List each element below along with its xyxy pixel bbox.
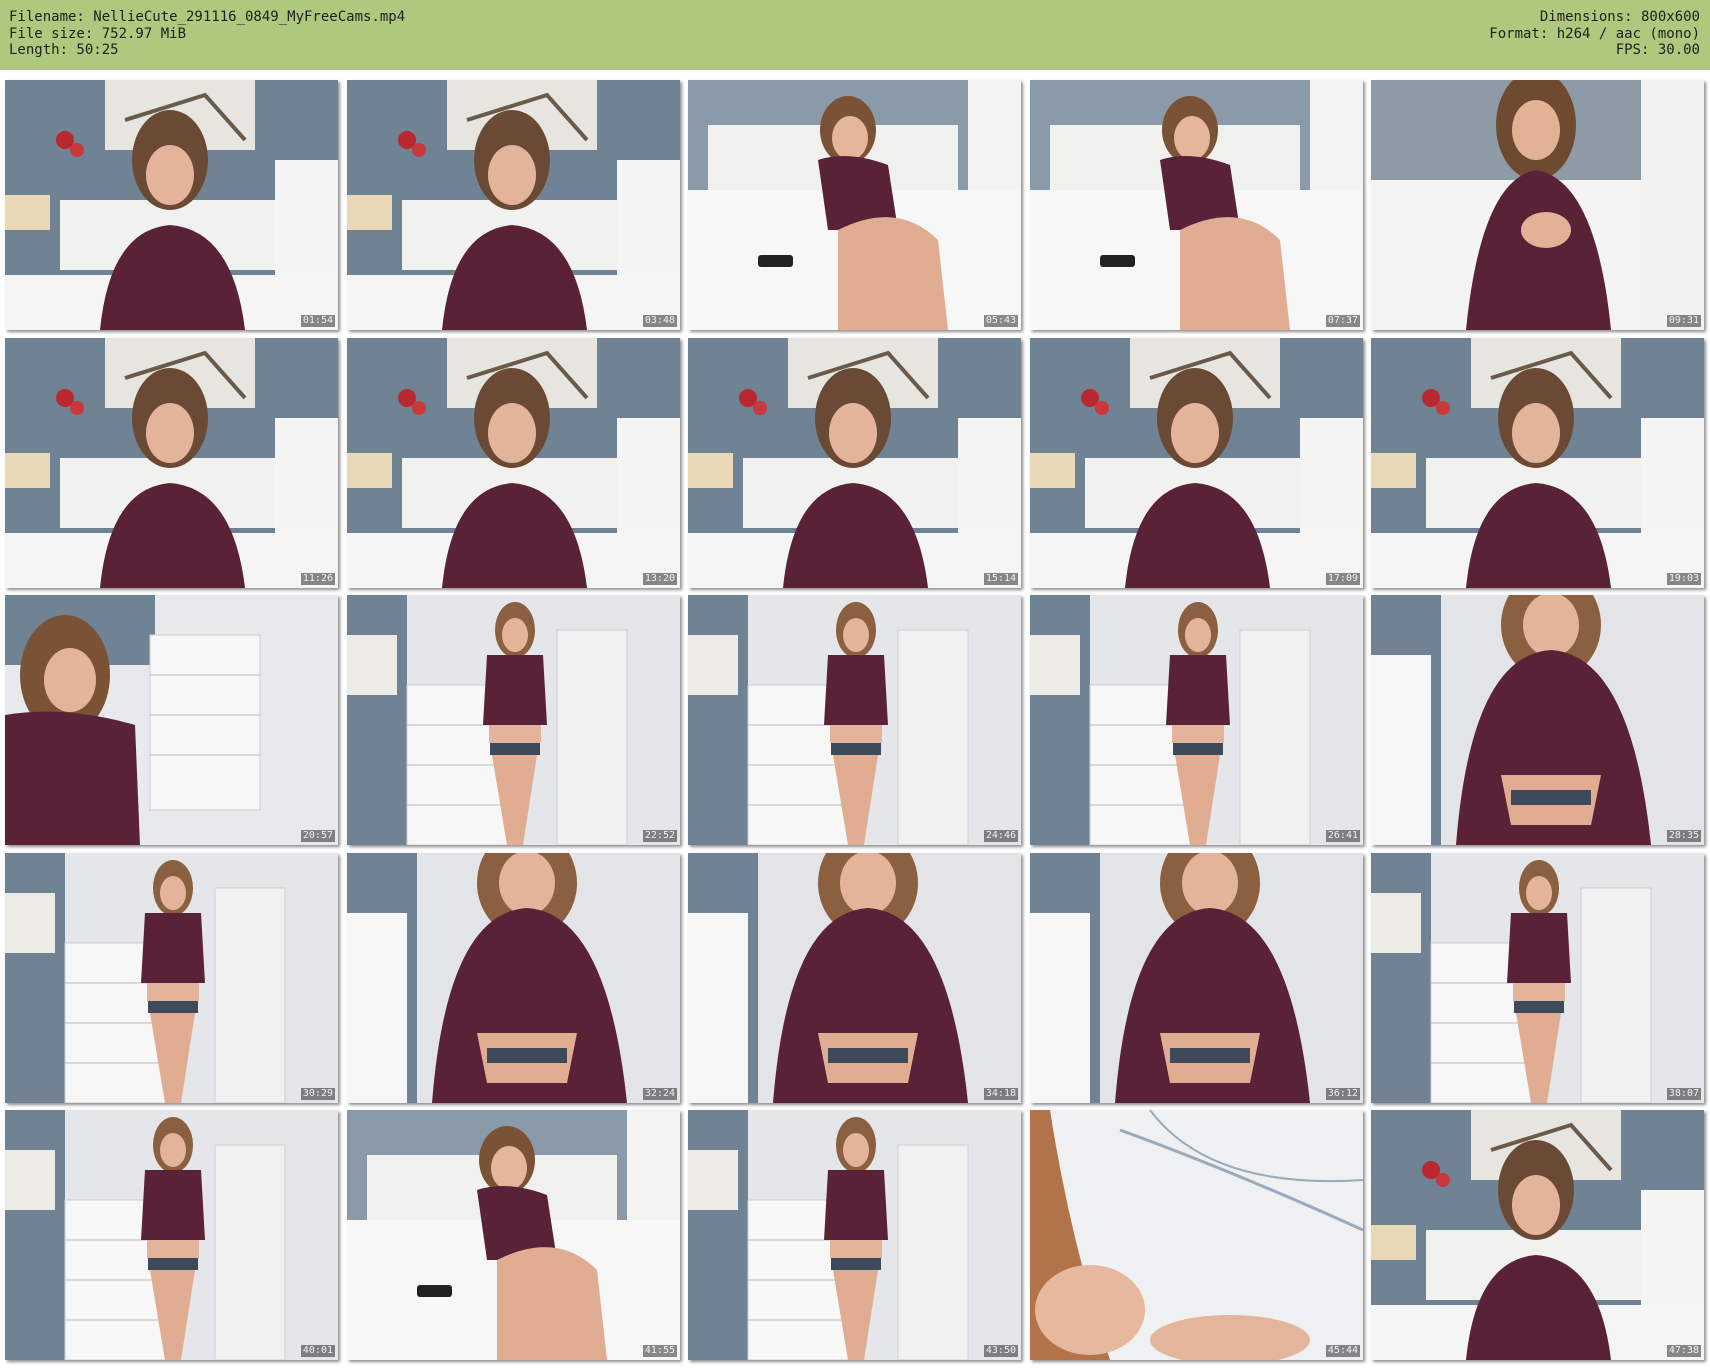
- thumbnail-timestamp: 28:35: [1666, 830, 1701, 842]
- thumbnail-timestamp: 45:44: [1325, 1345, 1360, 1357]
- fps-text: FPS: 30.00: [1615, 42, 1700, 58]
- video-thumbnail: 26:41: [1030, 595, 1363, 845]
- video-thumbnail: 11:26: [5, 338, 338, 588]
- filesize-text: File size: 752.97 MiB: [9, 25, 187, 42]
- video-thumbnail: 09:31: [1371, 80, 1704, 330]
- video-thumbnail: 19:03: [1371, 338, 1704, 588]
- video-thumbnail: 05:43: [688, 80, 1021, 330]
- video-thumbnail: 34:18: [688, 853, 1021, 1103]
- video-thumbnail: 30:29: [5, 853, 338, 1103]
- thumbnail-timestamp: 47:38: [1666, 1345, 1701, 1357]
- video-thumbnail: 45:44: [1030, 1110, 1363, 1360]
- video-thumbnail: 41:55: [347, 1110, 680, 1360]
- video-thumbnail: 24:46: [688, 595, 1021, 845]
- thumbnail-timestamp: 11:26: [300, 573, 335, 585]
- filename-text: Filename: NellieCute_291116_0849_MyFreeC…: [9, 9, 406, 25]
- file-info-left: Filename: NellieCute_291116_0849_MyFreeC…: [9, 9, 405, 59]
- file-info-right: Dimensions: 800x600 Format: h264 / aac (…: [1489, 9, 1700, 59]
- video-thumbnail: 01:54: [5, 80, 338, 330]
- thumbnail-timestamp: 03:48: [642, 315, 677, 327]
- thumbnail-timestamp: 19:03: [1666, 573, 1701, 585]
- thumbnail-timestamp: 20:57: [300, 830, 335, 842]
- thumbnail-timestamp: 32:24: [642, 1088, 677, 1100]
- thumbnail-timestamp: 09:31: [1666, 315, 1701, 327]
- thumbnail-timestamp: 01:54: [300, 315, 335, 327]
- dimensions-text: Dimensions: 800x600: [1539, 9, 1700, 25]
- video-thumbnail: 22:52: [347, 595, 680, 845]
- video-thumbnail: 32:24: [347, 853, 680, 1103]
- video-thumbnail: 28:35: [1371, 595, 1704, 845]
- thumbnail-timestamp: 34:18: [983, 1088, 1018, 1100]
- thumbnail-timestamp: 24:46: [983, 830, 1018, 842]
- video-thumbnail: 38:07: [1371, 853, 1704, 1103]
- video-thumbnail: 47:38: [1371, 1110, 1704, 1360]
- length-text: Length: 50:25: [9, 42, 119, 58]
- video-thumbnail: 07:37: [1030, 80, 1363, 330]
- thumbnail-timestamp: 07:37: [1325, 315, 1360, 327]
- video-thumbnail: 43:50: [688, 1110, 1021, 1360]
- thumbnail-timestamp: 41:55: [642, 1345, 677, 1357]
- thumbnail-timestamp: 26:41: [1325, 830, 1360, 842]
- video-thumbnail: 03:48: [347, 80, 680, 330]
- thumbnail-timestamp: 38:07: [1666, 1088, 1701, 1100]
- thumbnail-timestamp: 17:09: [1325, 573, 1360, 585]
- video-thumbnail: 13:20: [347, 338, 680, 588]
- format-text: Format: h264 / aac (mono): [1489, 25, 1700, 42]
- video-thumbnail: 15:14: [688, 338, 1021, 588]
- video-thumbnail: 40:01: [5, 1110, 338, 1360]
- thumbnail-timestamp: 15:14: [983, 573, 1018, 585]
- video-thumbnail: 17:09: [1030, 338, 1363, 588]
- thumbnail-grid: 01:54 03:48 05:43 07:37 09:31 11:26 13:2…: [5, 80, 1705, 1365]
- thumbnail-timestamp: 43:50: [983, 1345, 1018, 1357]
- thumbnail-timestamp: 40:01: [300, 1345, 335, 1357]
- thumbnail-timestamp: 22:52: [642, 830, 677, 842]
- video-thumbnail: 20:57: [5, 595, 338, 845]
- thumbnail-timestamp: 05:43: [983, 315, 1018, 327]
- info-header: Filename: NellieCute_291116_0849_MyFreeC…: [0, 0, 1710, 70]
- thumbnail-timestamp: 13:20: [642, 573, 677, 585]
- thumbnail-timestamp: 36:12: [1325, 1088, 1360, 1100]
- video-thumbnail: 36:12: [1030, 853, 1363, 1103]
- thumbnail-timestamp: 30:29: [300, 1088, 335, 1100]
